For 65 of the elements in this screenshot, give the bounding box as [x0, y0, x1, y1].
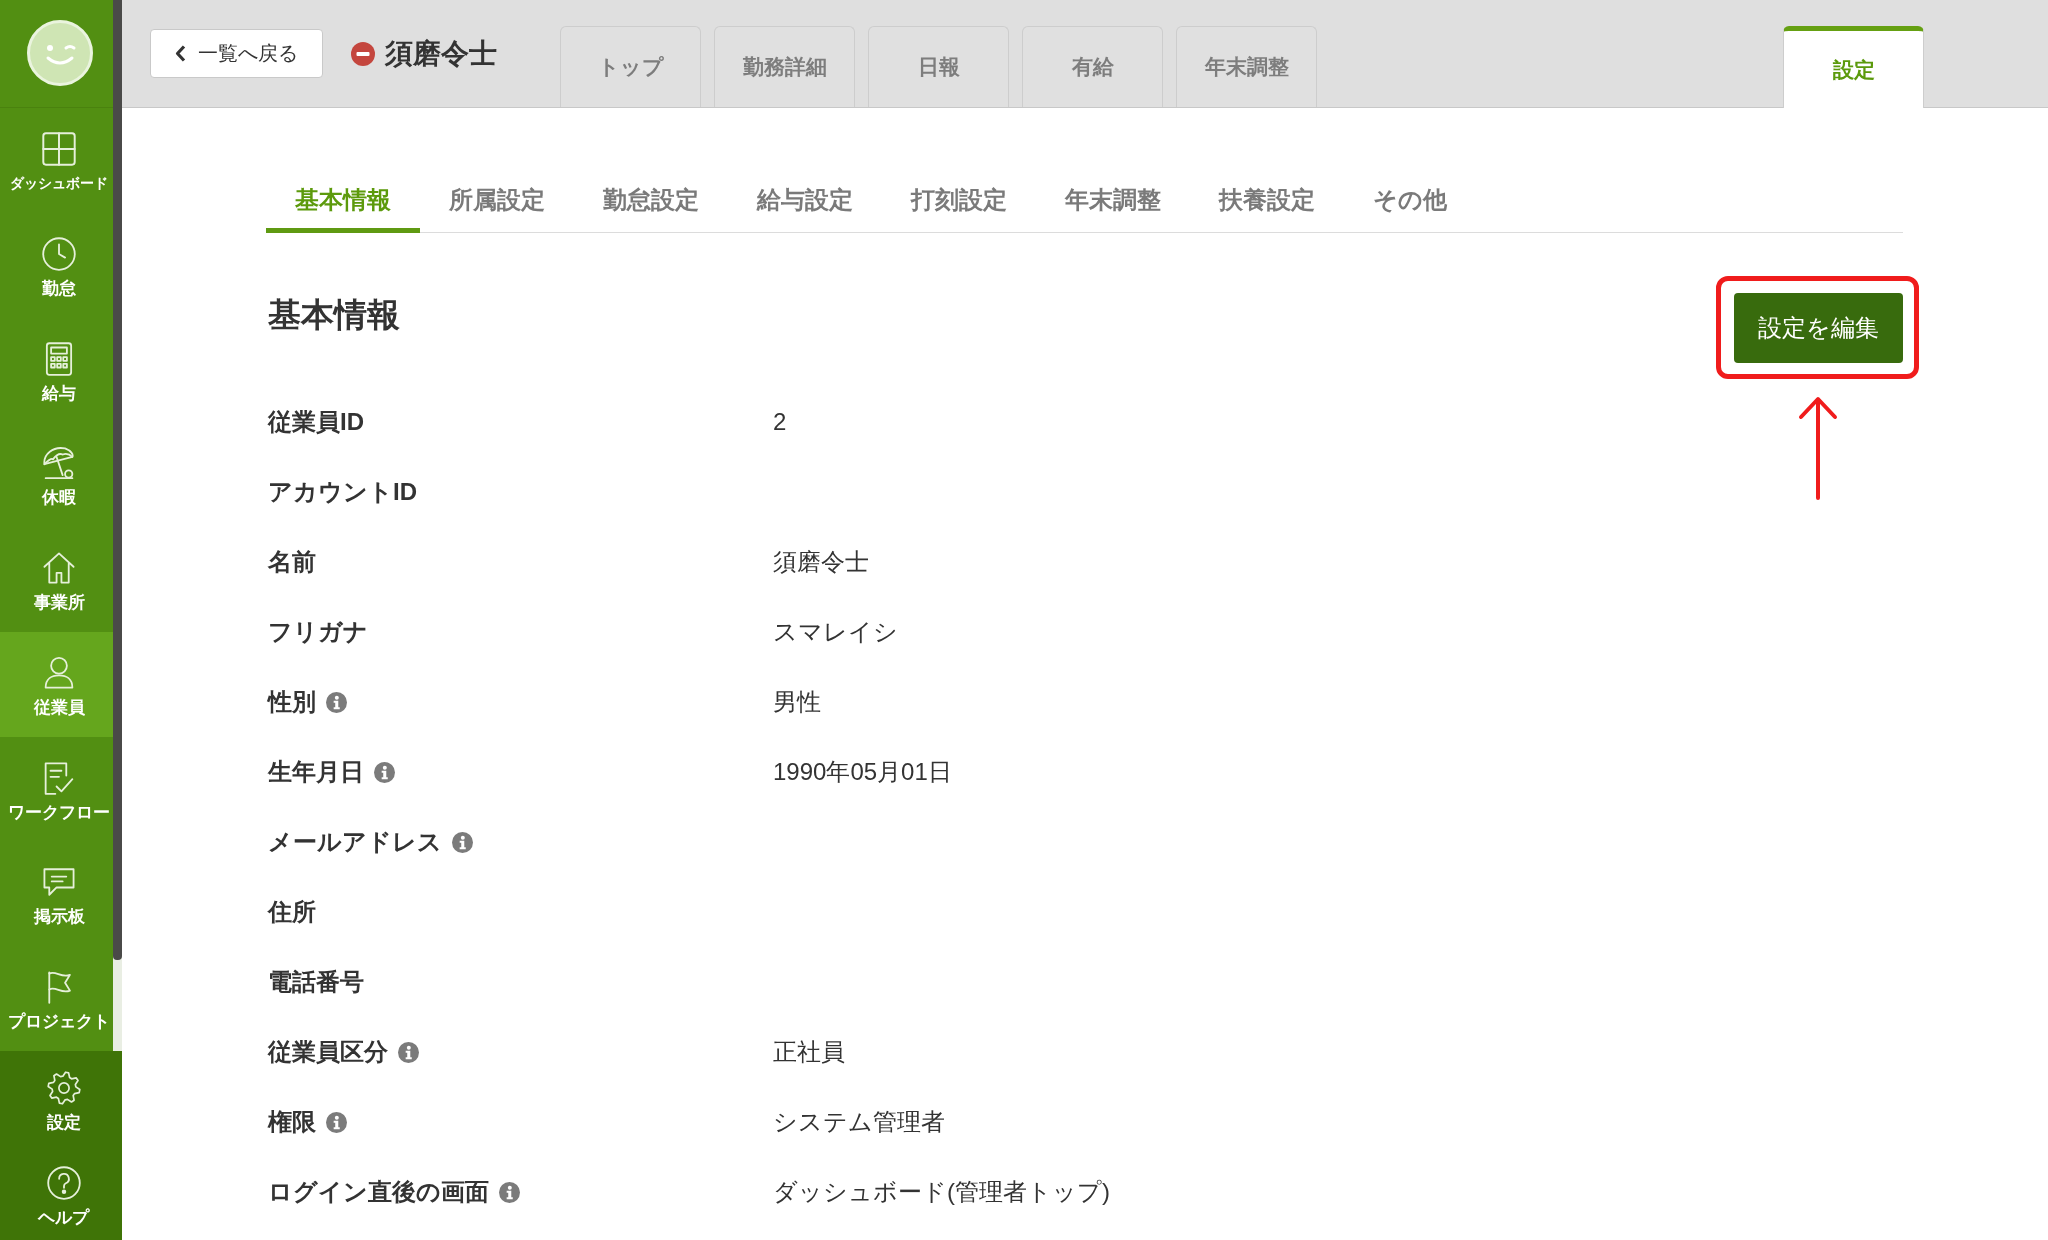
info-icon[interactable]: [499, 1181, 520, 1203]
help-icon: [46, 1165, 81, 1200]
field-value: ダッシュボード(管理者トップ): [773, 1178, 1110, 1205]
settings-tab[interactable]: 扶養設定: [1190, 160, 1344, 233]
smiley-logo-icon: [26, 20, 93, 87]
page-tab[interactable]: 設定: [1783, 26, 1924, 108]
page-tab[interactable]: 勤務詳細: [714, 26, 855, 107]
chevron-left-icon: [175, 45, 186, 62]
clipboard-check-icon: [42, 760, 76, 795]
field-label: 電話番号: [268, 967, 364, 997]
field-label: 住所: [268, 897, 316, 927]
settings-tab[interactable]: 年末調整: [1036, 160, 1190, 233]
field-label: 名前: [268, 547, 316, 577]
field-value: 2: [773, 408, 787, 435]
info-icon[interactable]: [326, 691, 347, 713]
page-tab[interactable]: 有給: [1022, 26, 1163, 107]
field-value: スマレイシ: [773, 618, 898, 645]
back-button[interactable]: 一覧へ戻る: [150, 29, 323, 78]
page-tab[interactable]: トップ: [560, 26, 701, 107]
page-tab[interactable]: 年末調整: [1176, 26, 1317, 107]
section-title: 基本情報: [268, 295, 400, 335]
settings-tab[interactable]: 所属設定: [420, 160, 574, 233]
sidebar-item[interactable]: ダッシュボード: [0, 108, 113, 213]
field-label: 性別: [268, 687, 316, 717]
umbrella-icon: [42, 446, 76, 481]
sidebar-item[interactable]: 設定: [0, 1051, 122, 1146]
sidebar-item[interactable]: 事業所: [0, 527, 113, 632]
settings-tab[interactable]: 給与設定: [728, 160, 882, 233]
settings-tab[interactable]: 打刻設定: [882, 160, 1036, 233]
sidebar-item[interactable]: プロジェクト: [0, 946, 113, 1051]
info-icon[interactable]: [398, 1041, 419, 1063]
clock-icon: [42, 236, 76, 271]
field-value: 男性: [773, 688, 821, 715]
sidebar-item[interactable]: ヘルプ: [0, 1145, 122, 1240]
field-value: 須磨令士: [773, 548, 869, 575]
sidebar-item[interactable]: 掲示板: [0, 841, 113, 947]
edit-settings-button[interactable]: 設定を編集: [1734, 293, 1903, 363]
info-icon[interactable]: [374, 761, 395, 783]
field-label: ログイン直後の画面: [268, 1177, 489, 1207]
house-icon: [42, 551, 76, 586]
settings-tab[interactable]: 勤怠設定: [574, 160, 728, 233]
field-value: 正社員: [773, 1038, 845, 1065]
sidebar-item[interactable]: 勤怠: [0, 212, 113, 318]
dashboard-icon: [42, 132, 76, 166]
info-icon[interactable]: [326, 1111, 347, 1133]
sidebar-item[interactable]: ワークフロー: [0, 736, 113, 842]
field-value: 1990年05月01日: [773, 758, 952, 785]
field-label: 従業員区分: [268, 1037, 388, 1067]
field-label: 生年月日: [268, 757, 364, 787]
field-label: フリガナ: [268, 617, 368, 647]
settings-tab[interactable]: その他: [1344, 160, 1476, 233]
field-label: メールアドレス: [268, 827, 442, 857]
field-value: システム管理者: [773, 1108, 945, 1135]
sidebar-item[interactable]: 給与: [0, 317, 113, 423]
sidebar-item[interactable]: 従業員: [0, 631, 113, 737]
person-icon: [42, 655, 76, 690]
sidebar-item[interactable]: 休暇: [0, 422, 113, 528]
field-label: アカウントID: [268, 477, 417, 507]
page-tab[interactable]: 日報: [868, 26, 1009, 107]
employee-name: 須磨令士: [385, 36, 497, 71]
settings-icon: [46, 1071, 81, 1105]
info-icon[interactable]: [452, 831, 473, 853]
field-label: 権限: [268, 1107, 316, 1137]
minus-circle-icon: [351, 41, 375, 66]
field-label: 従業員ID: [268, 407, 364, 437]
